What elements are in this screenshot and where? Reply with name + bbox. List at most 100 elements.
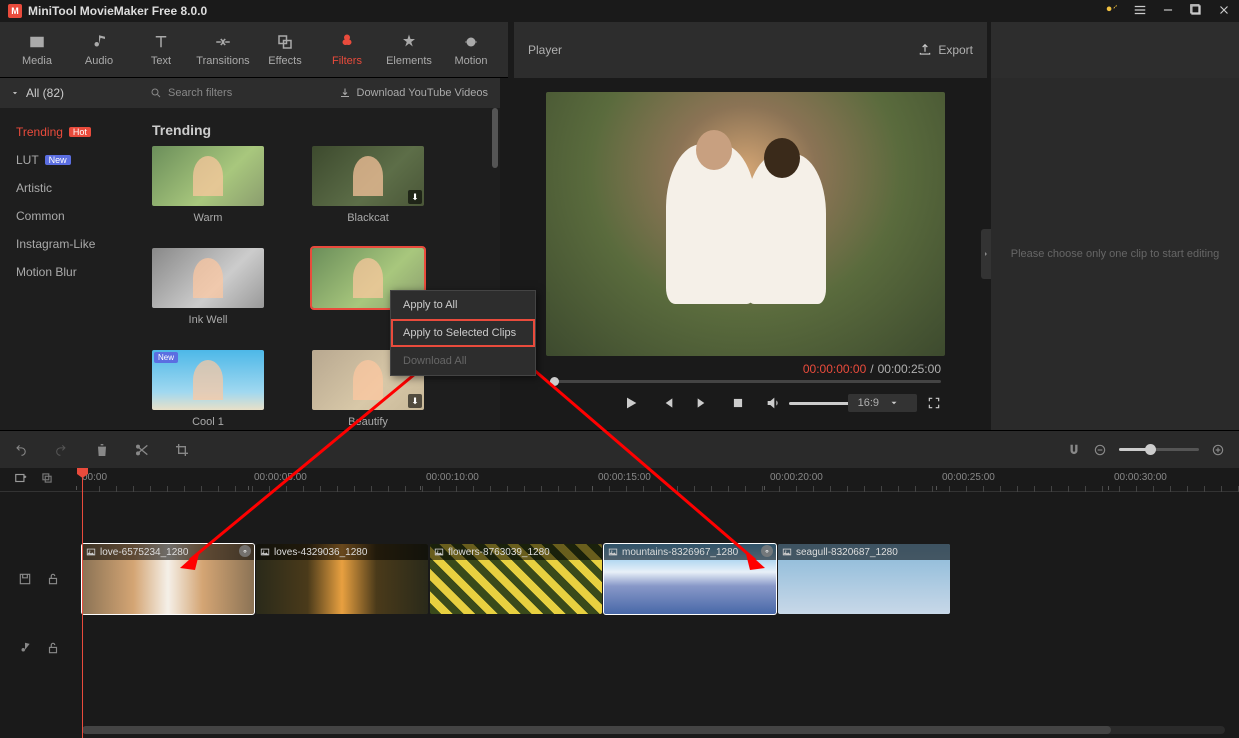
search-placeholder: Search filters (168, 87, 232, 99)
audio-track-icon[interactable] (18, 641, 32, 655)
zoom-in-button[interactable] (1211, 443, 1225, 457)
magnet-button[interactable] (1067, 443, 1081, 457)
clip-label: love-6575234_1280 (82, 544, 254, 560)
timeline-clip[interactable]: love-6575234_1280⚬ (82, 544, 254, 614)
timeline-clip[interactable]: flowers-8763039_1280 (430, 544, 602, 614)
filter-card-warm[interactable]: Warm (152, 146, 264, 224)
hamburger-icon[interactable] (1133, 3, 1147, 20)
timeline-scrollbar[interactable] (82, 726, 1225, 734)
download-badge-icon: ⬇ (408, 394, 422, 408)
category-item-artistic[interactable]: Artistic (0, 174, 138, 202)
zoom-slider[interactable] (1119, 448, 1199, 451)
tab-filters[interactable]: Filters (316, 22, 378, 77)
tab-motion[interactable]: Motion (440, 22, 502, 77)
search-icon (150, 87, 162, 99)
filter-scrollbar[interactable] (492, 108, 498, 168)
properties-hint: Please choose only one clip to start edi… (1011, 248, 1220, 260)
download-youtube-link[interactable]: Download YouTube Videos (339, 87, 489, 99)
maximize-button[interactable] (1189, 3, 1203, 20)
filter-name-label: Cool 1 (192, 416, 224, 428)
timeline-ruler[interactable]: 00:0000:00:05:0000:00:10:0000:00:15:0000… (82, 468, 1239, 492)
context-menu: Apply to All Apply to Selected Clips Dow… (390, 290, 536, 376)
category-label: Instagram-Like (16, 237, 95, 251)
timeline-clip[interactable]: mountains-8326967_1280⚬ (604, 544, 776, 614)
category-item-trending[interactable]: TrendingHot (0, 118, 138, 146)
stop-button[interactable] (731, 396, 745, 410)
image-icon (86, 547, 96, 557)
category-item-instagram-like[interactable]: Instagram-Like (0, 230, 138, 258)
filter-thumbnail: ⬇ (312, 146, 424, 206)
clip-effect-badge: ⚬ (239, 545, 251, 557)
panel-collapse-button[interactable] (981, 229, 991, 279)
search-input[interactable]: Search filters (150, 87, 232, 99)
audio-track (0, 628, 1239, 668)
zoom-out-button[interactable] (1093, 443, 1107, 457)
ruler-tick: 00:00:10:00 (426, 472, 479, 483)
play-button[interactable] (623, 395, 639, 411)
tab-audio[interactable]: Audio (68, 22, 130, 77)
tab-effects[interactable]: Effects (254, 22, 316, 77)
track-lock-icon[interactable] (46, 572, 60, 586)
filter-card-cool-1[interactable]: New Cool 1 (152, 350, 264, 428)
category-item-motion-blur[interactable]: Motion Blur (0, 258, 138, 286)
audio-lock-icon[interactable] (46, 641, 60, 655)
delete-button[interactable] (94, 442, 110, 458)
category-label: Motion Blur (16, 265, 77, 279)
image-icon (260, 547, 270, 557)
key-icon[interactable] (1105, 3, 1119, 20)
track-manager-button[interactable] (40, 471, 54, 485)
tab-media-label: Media (22, 55, 52, 67)
prev-frame-button[interactable] (659, 395, 675, 411)
tab-transitions[interactable]: Transitions (192, 22, 254, 77)
time-total: 00:00:25:00 (878, 362, 941, 376)
download-youtube-label: Download YouTube Videos (357, 87, 489, 99)
ruler-tick: 00:00:20:00 (770, 472, 823, 483)
timeline-clip[interactable]: seagull-8320687_1280 (778, 544, 950, 614)
ctx-apply-all[interactable]: Apply to All (391, 291, 535, 319)
volume-icon[interactable] (765, 395, 781, 411)
split-button[interactable] (134, 442, 150, 458)
titlebar: M MiniTool MovieMaker Free 8.0.0 (0, 0, 1239, 22)
filter-name-label: Blackcat (347, 212, 389, 224)
category-item-lut[interactable]: LUTNew (0, 146, 138, 174)
player-label: Player (528, 43, 562, 57)
seek-bar[interactable] (550, 380, 941, 383)
undo-button[interactable] (14, 442, 30, 458)
close-button[interactable] (1217, 3, 1231, 20)
image-icon (608, 547, 618, 557)
playhead[interactable] (82, 468, 83, 738)
ruler-tick: 00:00:25:00 (942, 472, 995, 483)
track-save-icon[interactable] (18, 572, 32, 586)
fullscreen-button[interactable] (927, 396, 941, 410)
category-item-common[interactable]: Common (0, 202, 138, 230)
tab-elements-label: Elements (386, 55, 432, 67)
aspect-ratio-select[interactable]: 16:9 (848, 394, 917, 412)
image-icon (434, 547, 444, 557)
timeline-clip[interactable]: loves-4329036_1280 (256, 544, 428, 614)
new-badge: New (154, 352, 178, 363)
tab-audio-label: Audio (85, 55, 113, 67)
time-current: 00:00:00:00 (803, 362, 866, 376)
next-frame-button[interactable] (695, 395, 711, 411)
chevron-down-icon (889, 398, 899, 408)
tab-text[interactable]: Text (130, 22, 192, 77)
export-button[interactable]: Export (918, 43, 973, 57)
crop-button[interactable] (174, 442, 190, 458)
time-separator: / (870, 362, 873, 376)
minimize-button[interactable] (1161, 3, 1175, 20)
ctx-apply-selected[interactable]: Apply to Selected Clips (391, 319, 535, 347)
tab-elements[interactable]: Elements (378, 22, 440, 77)
category-label: Trending (16, 125, 63, 139)
filter-thumbnail: New (152, 350, 264, 410)
filter-name-label: Ink Well (189, 314, 228, 326)
tab-media[interactable]: Media (6, 22, 68, 77)
filter-card-blackcat[interactable]: ⬇ Blackcat (312, 146, 424, 224)
redo-button[interactable] (54, 442, 70, 458)
add-track-button[interactable] (14, 471, 28, 485)
download-badge-icon: ⬇ (408, 190, 422, 204)
category-all-label: All (82) (26, 86, 64, 100)
category-all[interactable]: All (82) (0, 78, 138, 108)
filter-thumbnail (152, 248, 264, 308)
ctx-download-all[interactable]: Download All (391, 347, 535, 375)
filter-card-ink-well[interactable]: Ink Well (152, 248, 264, 326)
